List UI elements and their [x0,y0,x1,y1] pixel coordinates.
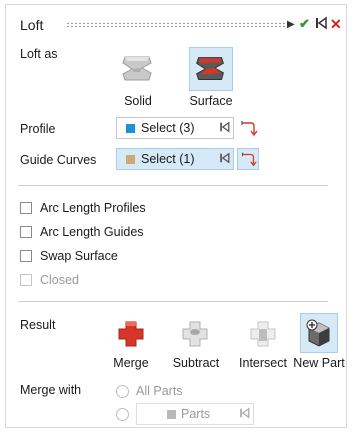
new-part-option-button[interactable] [300,313,338,353]
guide-curves-select[interactable]: Select (1) [116,148,234,170]
new-part-icon [306,319,330,347]
result-label: Result [20,318,56,332]
merge-icon [118,321,144,347]
subtract-icon [182,321,208,347]
merge-with-label: Merge with [20,383,82,397]
new-part-label: New Part [293,356,345,370]
surface-option-button[interactable] [189,47,233,91]
solid-label: Solid [124,94,152,108]
closed-label: Closed [40,273,79,287]
rewind-icon[interactable] [315,16,327,33]
surface-icon [196,57,224,80]
merge-option-button[interactable] [112,315,150,353]
intersect-label: Intersect [239,356,287,370]
parts-reset-icon[interactable] [239,407,250,422]
play-icon[interactable]: ▶ [287,18,295,32]
profile-reverse-button[interactable] [237,117,259,139]
profile-reset-icon[interactable] [219,121,230,136]
subtract-label: Subtract [172,356,220,370]
all-parts-radio[interactable] [116,385,129,398]
guide-curves-color-swatch [126,155,135,164]
loft-as-label: Loft as [20,47,58,61]
close-icon[interactable]: ✕ [330,17,342,31]
arc-length-guides-checkbox[interactable] [20,226,32,238]
arc-length-profiles-checkbox[interactable] [20,202,32,214]
separator [18,301,328,302]
closed-checkbox[interactable] [20,274,32,286]
surface-label: Surface [189,94,233,108]
subtract-option-button[interactable] [176,315,214,353]
reverse-arrow-icon [241,121,258,137]
guide-curves-reset-icon[interactable] [219,152,230,167]
panel-title: Loft [20,17,44,33]
loft-panel: Loft ▶ ✔ ✕ Loft as Solid Surface Profile… [5,4,347,428]
solid-icon [122,56,152,81]
solid-option-button[interactable] [116,47,160,91]
merge-label: Merge [113,356,149,370]
guide-curves-reverse-button[interactable] [237,148,259,170]
profile-color-swatch [126,124,135,133]
parts-select-text: Parts [181,407,211,421]
drag-grip[interactable] [66,22,288,28]
all-parts-label: All Parts [136,384,183,398]
profile-select[interactable]: Select (3) [116,117,234,139]
profile-select-text: Select (3) [141,121,195,135]
parts-select[interactable]: Parts [136,403,254,425]
intersect-option-button[interactable] [244,315,282,353]
arc-length-profiles-label: Arc Length Profiles [40,201,146,215]
swap-surface-checkbox[interactable] [20,250,32,262]
intersect-icon [250,321,276,347]
guide-curves-select-text: Select (1) [141,152,195,166]
arc-length-guides-label: Arc Length Guides [40,225,144,239]
reverse-arrow-icon [242,152,257,167]
guide-curves-label: Guide Curves [20,153,97,167]
check-icon[interactable]: ✔ [299,17,310,31]
swap-surface-label: Swap Surface [40,249,118,263]
parts-radio[interactable] [116,408,129,421]
parts-swatch [167,410,176,419]
separator [18,185,328,186]
panel-header: Loft ▶ ✔ ✕ [6,5,346,43]
profile-label: Profile [20,122,56,136]
